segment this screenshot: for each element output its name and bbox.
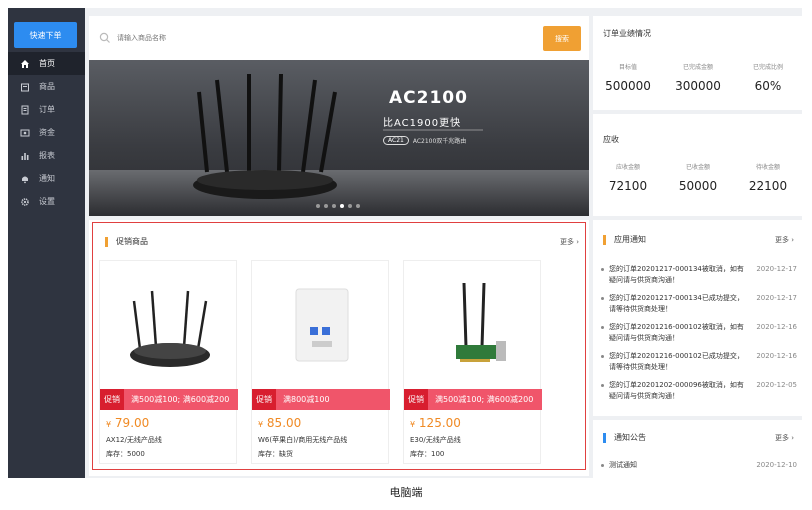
product-price: ¥ 125.00: [410, 416, 461, 430]
kpi-completed-ratio: 已完成比例 60%: [752, 64, 783, 93]
promo-tag-row: 促销 满500减100; 满600减200: [404, 389, 542, 410]
promo-offer: 满500减100; 满600减200: [131, 395, 230, 404]
promo-title: 促销商品: [116, 237, 148, 246]
sidebar-item-label: 首页: [39, 59, 55, 68]
kpi-target: 目标值 500000: [605, 64, 651, 93]
quick-order-button[interactable]: 快速下单: [14, 22, 77, 48]
product-card[interactable]: 促销 满500减100; 满600减200 ¥ 79.00 AX12/无线产品线…: [99, 260, 238, 464]
banner-title: AC2100: [389, 88, 468, 108]
product-card[interactable]: 促销 满500减100; 满600减200 ¥ 125.00 E30/无线产品线…: [403, 260, 542, 464]
app-notice-panel: 应用通知 更多 › 您的订单20201217-000134被取消，如有疑问请与供…: [593, 220, 802, 416]
banner-subtitle: 比AC1900更快: [383, 118, 462, 129]
router-image: [193, 73, 483, 199]
app-notice-more-link[interactable]: 更多 ›: [775, 235, 794, 245]
sidebar-item-label: 商品: [39, 82, 55, 91]
sidebar-item-notify[interactable]: 通知: [8, 167, 85, 190]
carousel-dot[interactable]: [356, 204, 360, 208]
section-marker: [603, 432, 606, 443]
funds-icon: [20, 128, 30, 138]
kpi-received: 已收金额 50000: [678, 164, 718, 193]
app-notice-header: 应用通知: [603, 234, 646, 245]
search-bar: 搜索: [89, 16, 589, 60]
sidebar-item-label: 资金: [39, 128, 55, 137]
product-name: AX12/无线产品线: [106, 436, 162, 444]
product-image: [295, 288, 349, 362]
sidebar-item-goods[interactable]: 商品: [8, 75, 85, 98]
banner-carousel[interactable]: AC2100 比AC1900更快 AC21 AC2100双千兆路由: [89, 60, 589, 216]
gear-icon: [20, 197, 30, 207]
banner-badge: AC21: [383, 136, 409, 145]
sidebar-item-label: 设置: [39, 197, 55, 206]
product-name: W6(苹果白)/商用无线产品线: [258, 436, 348, 444]
promo-panel: 促销商品 更多 › 促销 满500减100; 满600减200 ¥ 79.00 …: [89, 220, 589, 476]
promo-offer: 满800减100: [283, 395, 330, 404]
announcement-panel: 通知公告 更多 › 测试通知 2020-12-10: [593, 420, 802, 478]
sidebar-item-label: 报表: [39, 151, 55, 160]
product-price: ¥ 85.00: [258, 416, 302, 430]
page-caption: 电脑端: [389, 486, 423, 499]
chart-icon: [20, 151, 30, 161]
promo-badge: 促销: [100, 389, 124, 410]
order-icon: [20, 105, 30, 115]
order-performance-panel: 订单业绩情况 目标值 500000 已完成金额 300000 已完成比例 60%: [593, 16, 802, 110]
promo-offer: 满500减100; 满600减200: [435, 395, 534, 404]
promo-header: 促销商品: [105, 236, 148, 247]
promo-badge: 促销: [404, 389, 428, 410]
promo-badge: 促销: [252, 389, 276, 410]
carousel-dots[interactable]: [316, 204, 360, 208]
carousel-dot-active[interactable]: [340, 204, 344, 208]
banner-tagline-text: AC2100双千兆路由: [412, 138, 467, 145]
sidebar-item-reports[interactable]: 报表: [8, 144, 85, 167]
sidebar: 快速下单 首页 商品 订单 资金 报表 通知 设置: [8, 8, 85, 478]
section-marker: [603, 234, 606, 245]
product-stock: 库存：缺货: [258, 450, 293, 458]
announcement-header: 通知公告: [603, 432, 646, 443]
product-price: ¥ 79.00: [106, 416, 150, 430]
bell-icon: [20, 174, 30, 184]
sidebar-item-label: 通知: [39, 174, 55, 183]
search-icon: [99, 32, 110, 43]
product-stock: 库存：5000: [106, 450, 145, 458]
sidebar-item-label: 订单: [39, 105, 55, 114]
announcement-more-link[interactable]: 更多 ›: [775, 433, 794, 443]
announcement-title: 通知公告: [614, 433, 646, 442]
sidebar-item-funds[interactable]: 资金: [8, 121, 85, 144]
carousel-dot[interactable]: [324, 204, 328, 208]
kpi-completed-amount: 已完成金额 300000: [675, 64, 721, 93]
section-marker: [105, 236, 108, 247]
product-image: [456, 282, 506, 362]
promo-tag-row: 促销 满800减100: [252, 389, 390, 410]
receivable-panel: 应收 应收金额 72100 已收金额 50000 待收金额 22100: [593, 114, 802, 216]
search-input[interactable]: [117, 28, 517, 48]
sidebar-item-orders[interactable]: 订单: [8, 98, 85, 121]
promo-more-link[interactable]: 更多 ›: [560, 237, 579, 247]
banner-tagline: AC21 AC2100双千兆路由: [383, 136, 466, 145]
sidebar-item-settings[interactable]: 设置: [8, 190, 85, 213]
product-card[interactable]: 促销 满800减100 ¥ 85.00 W6(苹果白)/商用无线产品线 库存：缺…: [251, 260, 390, 464]
carousel-dot[interactable]: [348, 204, 352, 208]
sidebar-item-home[interactable]: 首页: [8, 52, 85, 75]
search-button[interactable]: 搜索: [543, 26, 581, 51]
order-perf-title: 订单业绩情况: [603, 29, 651, 38]
app-frame: 快速下单 首页 商品 订单 资金 报表 通知 设置 请输入商品名称 搜索 AC2…: [8, 8, 802, 478]
kpi-receivable: 应收金额 72100: [608, 164, 648, 193]
app-notice-title: 应用通知: [614, 235, 646, 244]
product-stock: 库存：100: [410, 450, 445, 458]
product-name: E30/无线产品线: [410, 436, 461, 444]
product-image: [130, 290, 210, 367]
home-icon: [20, 59, 30, 69]
carousel-dot[interactable]: [316, 204, 320, 208]
goods-icon: [20, 82, 30, 92]
carousel-dot[interactable]: [332, 204, 336, 208]
promo-tag-row: 促销 满500减100; 满600减200: [100, 389, 238, 410]
receivable-title: 应收: [603, 135, 619, 144]
kpi-pending: 待收金额 22100: [748, 164, 788, 193]
